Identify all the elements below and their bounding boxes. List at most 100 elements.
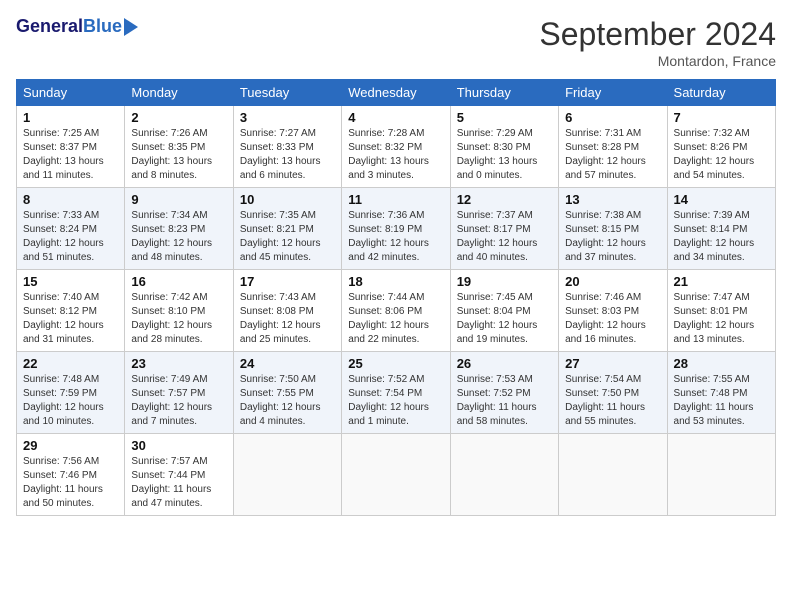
day-cell: 6 Sunrise: 7:31 AMSunset: 8:28 PMDaylight…	[559, 106, 667, 188]
day-number: 30	[131, 438, 226, 453]
logo-text-blue: Blue	[83, 16, 122, 37]
day-cell: 18 Sunrise: 7:44 AMSunset: 8:06 PMDayligh…	[342, 270, 450, 352]
month-title: September 2024	[539, 16, 776, 53]
day-info: Sunrise: 7:43 AMSunset: 8:08 PMDaylight:…	[240, 291, 335, 347]
day-number: 1	[23, 110, 118, 125]
col-header-friday: Friday	[559, 80, 667, 106]
day-info: Sunrise: 7:31 AMSunset: 8:28 PMDaylight:…	[565, 127, 660, 183]
day-cell: 2 Sunrise: 7:26 AMSunset: 8:35 PMDaylight…	[125, 106, 233, 188]
day-cell: 22Sunrise: 7:48 AMSunset: 7:59 PMDayligh…	[17, 352, 125, 434]
col-header-monday: Monday	[125, 80, 233, 106]
day-cell: 17 Sunrise: 7:43 AMSunset: 8:08 PMDayligh…	[233, 270, 341, 352]
day-number: 10	[240, 192, 335, 207]
day-info: Sunrise: 7:46 AMSunset: 8:03 PMDaylight:…	[565, 291, 660, 347]
day-number: 2	[131, 110, 226, 125]
day-info: Sunrise: 7:55 AMSunset: 7:48 PMDaylight:…	[674, 373, 769, 429]
day-number: 18	[348, 274, 443, 289]
day-number: 27	[565, 356, 660, 371]
day-info: Sunrise: 7:48 AMSunset: 7:59 PMDaylight:…	[23, 373, 118, 429]
day-cell: 27 Sunrise: 7:54 AMSunset: 7:50 PMDayligh…	[559, 352, 667, 434]
day-info: Sunrise: 7:52 AMSunset: 7:54 PMDaylight:…	[348, 373, 443, 429]
day-info: Sunrise: 7:47 AMSunset: 8:01 PMDaylight:…	[674, 291, 769, 347]
day-number: 16	[131, 274, 226, 289]
day-info: Sunrise: 7:49 AMSunset: 7:57 PMDaylight:…	[131, 373, 226, 429]
day-cell: 25 Sunrise: 7:52 AMSunset: 7:54 PMDayligh…	[342, 352, 450, 434]
day-info: Sunrise: 7:28 AMSunset: 8:32 PMDaylight:…	[348, 127, 443, 183]
day-cell: 9Sunrise: 7:34 AMSunset: 8:23 PMDaylight…	[125, 188, 233, 270]
col-header-sunday: Sunday	[17, 80, 125, 106]
day-cell: 5 Sunrise: 7:29 AMSunset: 8:30 PMDaylight…	[450, 106, 558, 188]
day-info: Sunrise: 7:25 AMSunset: 8:37 PMDaylight:…	[23, 127, 118, 183]
day-number: 6	[565, 110, 660, 125]
day-number: 24	[240, 356, 335, 371]
day-number: 4	[348, 110, 443, 125]
day-number: 15	[23, 274, 118, 289]
day-info: Sunrise: 7:53 AMSunset: 7:52 PMDaylight:…	[457, 373, 552, 429]
day-info: Sunrise: 7:27 AMSunset: 8:33 PMDaylight:…	[240, 127, 335, 183]
day-info: Sunrise: 7:33 AMSunset: 8:24 PMDaylight:…	[23, 209, 118, 265]
week-row-1: 1 Sunrise: 7:25 AMSunset: 8:37 PMDaylight…	[17, 106, 776, 188]
day-cell: 29 Sunrise: 7:56 AMSunset: 7:46 PMDayligh…	[17, 434, 125, 516]
day-cell: 3Sunrise: 7:27 AMSunset: 8:33 PMDaylight…	[233, 106, 341, 188]
title-area: September 2024 Montardon, France	[539, 16, 776, 69]
day-cell: 24 Sunrise: 7:50 AMSunset: 7:55 PMDayligh…	[233, 352, 341, 434]
day-cell: 20 Sunrise: 7:46 AMSunset: 8:03 PMDayligh…	[559, 270, 667, 352]
day-number: 11	[348, 192, 443, 207]
day-info: Sunrise: 7:54 AMSunset: 7:50 PMDaylight:…	[565, 373, 660, 429]
day-info: Sunrise: 7:36 AMSunset: 8:19 PMDaylight:…	[348, 209, 443, 265]
day-info: Sunrise: 7:35 AMSunset: 8:21 PMDaylight:…	[240, 209, 335, 265]
day-cell: 12Sunrise: 7:37 AMSunset: 8:17 PMDayligh…	[450, 188, 558, 270]
day-number: 23	[131, 356, 226, 371]
day-number: 28	[674, 356, 769, 371]
day-number: 17	[240, 274, 335, 289]
day-cell: 11 Sunrise: 7:36 AMSunset: 8:19 PMDayligh…	[342, 188, 450, 270]
day-number: 9	[131, 192, 226, 207]
week-row-3: 15 Sunrise: 7:40 AMSunset: 8:12 PMDayligh…	[17, 270, 776, 352]
logo-arrow-icon	[124, 18, 138, 36]
day-number: 29	[23, 438, 118, 453]
day-number: 8	[23, 192, 118, 207]
col-header-thursday: Thursday	[450, 80, 558, 106]
day-cell: 28 Sunrise: 7:55 AMSunset: 7:48 PMDayligh…	[667, 352, 775, 434]
day-cell: 30Sunrise: 7:57 AMSunset: 7:44 PMDayligh…	[125, 434, 233, 516]
location: Montardon, France	[539, 53, 776, 69]
day-info: Sunrise: 7:32 AMSunset: 8:26 PMDaylight:…	[674, 127, 769, 183]
day-cell: 16 Sunrise: 7:42 AMSunset: 8:10 PMDayligh…	[125, 270, 233, 352]
logo-text-general: General	[16, 16, 83, 37]
day-info: Sunrise: 7:29 AMSunset: 8:30 PMDaylight:…	[457, 127, 552, 183]
col-header-tuesday: Tuesday	[233, 80, 341, 106]
day-number: 25	[348, 356, 443, 371]
day-number: 19	[457, 274, 552, 289]
day-info: Sunrise: 7:40 AMSunset: 8:12 PMDaylight:…	[23, 291, 118, 347]
day-number: 21	[674, 274, 769, 289]
day-info: Sunrise: 7:26 AMSunset: 8:35 PMDaylight:…	[131, 127, 226, 183]
day-number: 13	[565, 192, 660, 207]
logo: General Blue	[16, 16, 138, 37]
day-info: Sunrise: 7:56 AMSunset: 7:46 PMDaylight:…	[23, 455, 118, 511]
calendar-table: SundayMondayTuesdayWednesdayThursdayFrid…	[16, 79, 776, 516]
day-cell: 21 Sunrise: 7:47 AMSunset: 8:01 PMDayligh…	[667, 270, 775, 352]
day-cell: 8 Sunrise: 7:33 AMSunset: 8:24 PMDaylight…	[17, 188, 125, 270]
col-header-wednesday: Wednesday	[342, 80, 450, 106]
day-cell	[342, 434, 450, 516]
day-cell: 19 Sunrise: 7:45 AMSunset: 8:04 PMDayligh…	[450, 270, 558, 352]
header: General Blue September 2024 Montardon, F…	[16, 16, 776, 69]
day-number: 20	[565, 274, 660, 289]
col-header-saturday: Saturday	[667, 80, 775, 106]
day-cell	[667, 434, 775, 516]
header-row: SundayMondayTuesdayWednesdayThursdayFrid…	[17, 80, 776, 106]
day-cell	[233, 434, 341, 516]
day-info: Sunrise: 7:45 AMSunset: 8:04 PMDaylight:…	[457, 291, 552, 347]
day-cell: 23 Sunrise: 7:49 AMSunset: 7:57 PMDayligh…	[125, 352, 233, 434]
day-cell: 1 Sunrise: 7:25 AMSunset: 8:37 PMDaylight…	[17, 106, 125, 188]
day-info: Sunrise: 7:38 AMSunset: 8:15 PMDaylight:…	[565, 209, 660, 265]
day-number: 7	[674, 110, 769, 125]
day-info: Sunrise: 7:44 AMSunset: 8:06 PMDaylight:…	[348, 291, 443, 347]
day-number: 5	[457, 110, 552, 125]
week-row-5: 29 Sunrise: 7:56 AMSunset: 7:46 PMDayligh…	[17, 434, 776, 516]
day-info: Sunrise: 7:37 AMSunset: 8:17 PMDaylight:…	[457, 209, 552, 265]
day-info: Sunrise: 7:50 AMSunset: 7:55 PMDaylight:…	[240, 373, 335, 429]
day-cell: 10 Sunrise: 7:35 AMSunset: 8:21 PMDayligh…	[233, 188, 341, 270]
day-info: Sunrise: 7:42 AMSunset: 8:10 PMDaylight:…	[131, 291, 226, 347]
day-cell: 14Sunrise: 7:39 AMSunset: 8:14 PMDayligh…	[667, 188, 775, 270]
